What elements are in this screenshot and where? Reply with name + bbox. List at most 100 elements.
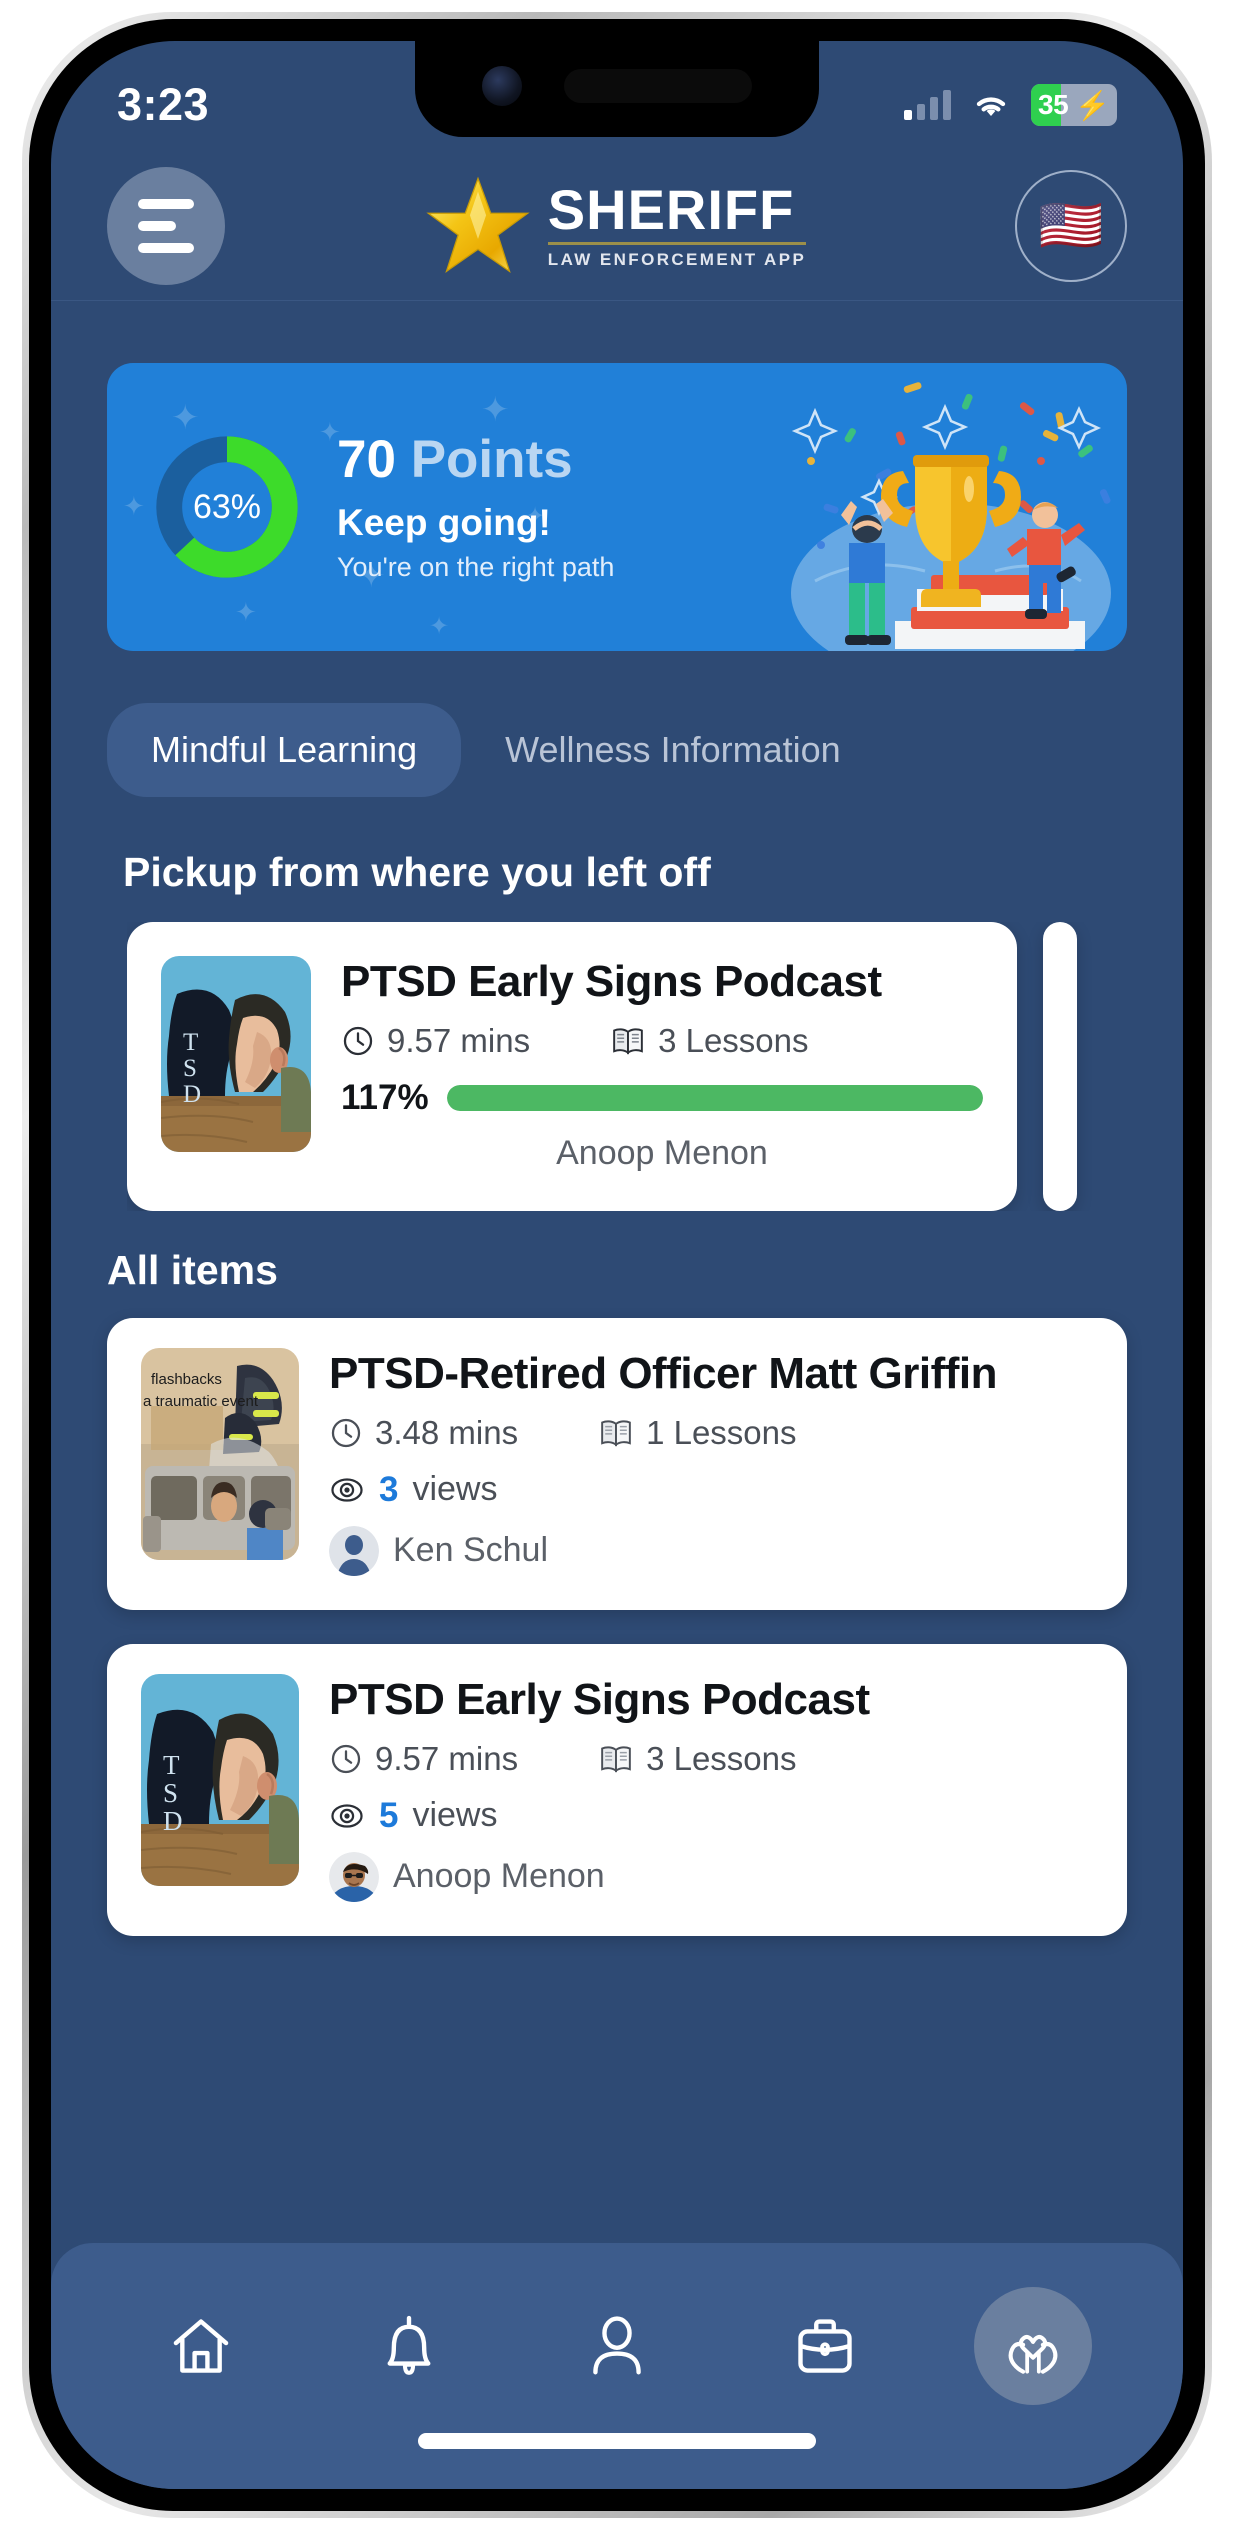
person-icon	[593, 2316, 641, 2375]
nav-wellness-button[interactable]	[974, 2287, 1092, 2405]
app-content-scroll[interactable]: ✦ ✦ ✦ ✦ ✦ ✦ ✦ ✦ 63% 70 Points Keep going…	[51, 301, 1183, 2489]
points-headline: 70 Points	[337, 431, 614, 489]
default-person-avatar	[329, 1525, 379, 1576]
progress-bar-fill	[446, 1084, 983, 1111]
bell-icon	[387, 2315, 431, 2375]
continue-carousel[interactable]: T S D PTSD Early Signs Podcast 9.57 mins…	[127, 922, 1183, 1211]
points-subtext: You're on the right path	[337, 551, 615, 582]
lessons-text: 3 Lessons	[658, 1021, 809, 1059]
continue-course-card-next-peek[interactable]	[1043, 922, 1077, 1211]
battery-icon: 35 ⚡	[1031, 84, 1117, 126]
lessons-text: 3 Lessons	[646, 1739, 797, 1777]
course-meta-row: 9.57 mins 3 Lessons	[341, 1022, 983, 1060]
views-label: views	[412, 1470, 498, 1509]
nav-home-button[interactable]	[142, 2287, 260, 2405]
brand-divider	[547, 242, 807, 246]
lessons-meta: 3 Lessons	[598, 1739, 797, 1778]
briefcase-icon	[798, 2319, 852, 2373]
eye-icon	[331, 1478, 363, 1502]
tab-wellness-information[interactable]: Wellness Information	[461, 703, 884, 797]
app-header: SHERIFF LAW ENFORCEMENT APP 🇺🇸	[51, 151, 1183, 301]
course-title: PTSD Early Signs Podcast	[329, 1674, 870, 1724]
svg-text:T: T	[183, 1029, 198, 1056]
ptsd-silhouette-thumbnail: T S D	[141, 1673, 299, 1886]
views-label: views	[412, 1796, 498, 1835]
progress-percent-label: 63%	[192, 487, 262, 526]
course-progress-row: 117%	[341, 1078, 983, 1118]
points-unit-label: Points	[410, 430, 573, 490]
list-item-body: PTSD Early Signs Podcast 9.57 mins 3 Les…	[329, 1674, 1093, 1902]
points-number: 70	[337, 430, 396, 490]
points-banner[interactable]: ✦ ✦ ✦ ✦ ✦ ✦ ✦ ✦ 63% 70 Points Keep going…	[107, 363, 1127, 651]
united-states-flag-icon: 🇺🇸	[1038, 196, 1104, 255]
views-row: 5 views	[329, 1796, 1093, 1836]
anoop-menon-photo-avatar	[329, 1851, 379, 1902]
duration-text: 9.57 mins	[375, 1739, 519, 1777]
course-author-row: Anoop Menon	[329, 1851, 1093, 1902]
lessons-text: 1 Lessons	[646, 1413, 797, 1451]
star-icon	[426, 176, 530, 273]
book-icon	[601, 1420, 631, 1447]
all-items-list: flashbacks a traumatic event PTSD-Retire…	[107, 1317, 1127, 1936]
trophy-celebration-illustration	[791, 382, 1111, 651]
notch	[415, 41, 819, 137]
phone-screen: 3:23 35 ⚡ SHERIFF LAW ENFORCEMENT APP 🇺🇸…	[51, 41, 1183, 2489]
all-items-heading: All items	[107, 1246, 278, 1293]
progress-donut-chart: 63%	[151, 431, 303, 583]
cellular-signal-icon	[904, 90, 951, 120]
svg-text:S: S	[163, 1778, 178, 1808]
svg-text:a traumatic event: a traumatic event	[143, 1393, 259, 1410]
author-name: Ken Schul	[393, 1531, 548, 1570]
course-title: PTSD Early Signs Podcast	[341, 957, 882, 1006]
views-count: 5	[379, 1795, 399, 1835]
language-flag-button[interactable]: 🇺🇸	[1014, 169, 1127, 282]
nav-jobs-button[interactable]	[766, 2287, 884, 2405]
course-author-row: Ken Schul	[329, 1525, 1093, 1576]
svg-text:D: D	[163, 1806, 183, 1836]
svg-text:D: D	[183, 1081, 201, 1108]
author-name: Anoop Menon	[393, 1857, 605, 1896]
app-brand: SHERIFF LAW ENFORCEMENT APP	[424, 172, 807, 280]
svg-text:flashbacks: flashbacks	[151, 1371, 222, 1388]
brand-title: SHERIFF	[547, 177, 795, 241]
views-row: 3 views	[329, 1470, 1093, 1510]
list-item-body: PTSD-Retired Officer Matt Griffin 3.48 m…	[329, 1348, 1093, 1576]
nav-notifications-button[interactable]	[350, 2287, 468, 2405]
points-text-block: 70 Points Keep going! You're on the righ…	[337, 431, 614, 582]
list-item[interactable]: T S D PTSD Early Signs Podcast 9.57 mins…	[107, 1643, 1127, 1936]
course-meta-row: 3.48 mins 1 Lessons	[329, 1414, 1093, 1452]
eye-icon	[331, 1804, 363, 1828]
brand-text: SHERIFF LAW ENFORCEMENT APP	[547, 177, 807, 270]
home-indicator[interactable]	[418, 2433, 816, 2449]
continue-section-heading: Pickup from where you left off	[123, 849, 711, 895]
course-meta-row: 9.57 mins 3 Lessons	[329, 1740, 1093, 1778]
duration-text: 9.57 mins	[387, 1021, 531, 1059]
list-item[interactable]: flashbacks a traumatic event PTSD-Retire…	[107, 1317, 1127, 1610]
duration-meta: 9.57 mins	[329, 1740, 518, 1778]
front-camera-icon	[482, 66, 522, 106]
category-tabs: Mindful Learning Wellness Information	[107, 703, 1127, 797]
phone-frame: 3:23 35 ⚡ SHERIFF LAW ENFORCEMENT APP 🇺🇸…	[22, 12, 1212, 2518]
duration-meta: 3.48 mins	[329, 1414, 518, 1452]
flashbacks-emergency-scene-thumbnail: flashbacks a traumatic event	[141, 1347, 299, 1560]
points-encouragement: Keep going!	[337, 501, 551, 543]
progress-bar-track	[446, 1084, 983, 1111]
lessons-meta: 1 Lessons	[598, 1413, 797, 1452]
nav-profile-button[interactable]	[558, 2287, 676, 2405]
author-name: Anoop Menon	[556, 1133, 768, 1172]
continue-course-card[interactable]: T S D PTSD Early Signs Podcast 9.57 mins…	[127, 922, 1017, 1211]
duration-text: 3.48 mins	[375, 1413, 519, 1451]
lessons-meta: 3 Lessons	[610, 1021, 809, 1060]
clock-icon	[331, 1418, 361, 1447]
course-author-row: Anoop Menon	[341, 1134, 983, 1173]
hamburger-menu-icon[interactable]	[107, 166, 225, 285]
home-icon	[173, 2319, 229, 2373]
wifi-icon	[976, 97, 1006, 116]
svg-text:S: S	[183, 1055, 197, 1082]
tab-mindful-learning[interactable]: Mindful Learning	[107, 703, 462, 797]
course-title: PTSD-Retired Officer Matt Griffin	[329, 1348, 998, 1398]
clock-icon	[331, 1744, 361, 1773]
heart-in-hands-icon	[1008, 2334, 1058, 2374]
earpiece-speaker	[564, 69, 752, 103]
progress-percent-text: 117%	[341, 1077, 429, 1117]
